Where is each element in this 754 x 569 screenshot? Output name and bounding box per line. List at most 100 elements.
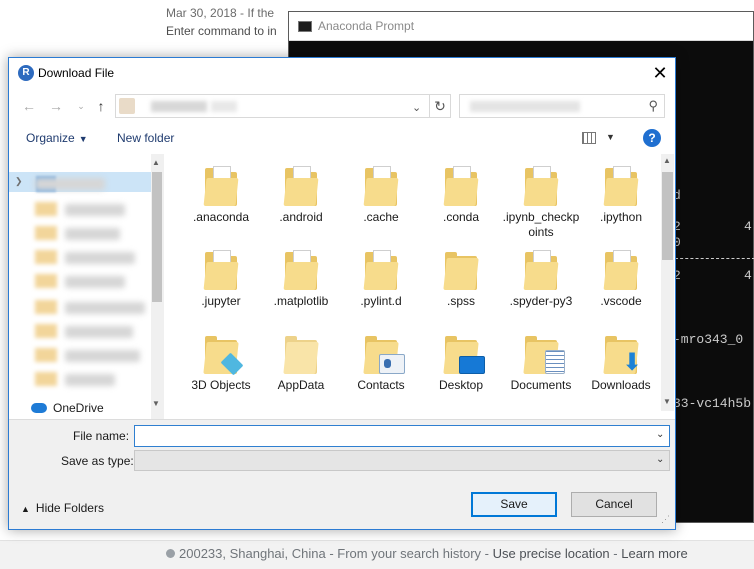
folder-name: 3D Objects bbox=[191, 378, 251, 392]
arrow-right-icon: → bbox=[49, 98, 63, 114]
navpane-scroll-thumb[interactable] bbox=[152, 172, 162, 302]
dialog-titlebar[interactable]: R Download File ✕ bbox=[9, 58, 675, 89]
download-arrow-icon bbox=[619, 348, 645, 377]
scroll-down-icon[interactable]: ▼ bbox=[663, 397, 671, 406]
chevron-down-icon[interactable]: ⌄ bbox=[656, 429, 664, 440]
expand-arrow-icon[interactable]: ❯ bbox=[15, 176, 23, 187]
new-folder-button[interactable]: New folder bbox=[117, 131, 174, 145]
use-precise-location-link[interactable]: Use precise location bbox=[493, 546, 610, 561]
folder-icon bbox=[603, 250, 639, 290]
chevron-down-icon[interactable]: ⌄ bbox=[656, 454, 664, 465]
folder-icon bbox=[35, 348, 57, 362]
pinned-folder-redacted[interactable] bbox=[65, 302, 145, 314]
refresh-button[interactable]: ↻ bbox=[429, 94, 451, 118]
r-app-icon: R bbox=[18, 65, 34, 81]
folder-item[interactable] bbox=[421, 406, 501, 411]
folder-item[interactable]: .vscode bbox=[581, 238, 661, 309]
address-bar[interactable]: ⌄ bbox=[115, 94, 451, 118]
folder-icon bbox=[35, 324, 57, 338]
organize-button[interactable]: Organize ▼ bbox=[26, 131, 88, 145]
learn-more-link[interactable]: Learn more bbox=[621, 546, 687, 561]
folder-item[interactable]: Desktop bbox=[421, 322, 501, 393]
terminal-text: -mro343_0 bbox=[673, 332, 744, 347]
scroll-up-icon[interactable]: ▲ bbox=[152, 158, 160, 167]
pinned-folder-redacted[interactable] bbox=[65, 350, 140, 362]
quick-access-label-redacted bbox=[35, 178, 105, 190]
folder-item[interactable]: 3D Objects bbox=[181, 322, 261, 393]
folder-item[interactable]: .jupyter bbox=[181, 238, 261, 309]
help-button[interactable]: ? bbox=[643, 129, 661, 147]
folder-item[interactable]: .matplotlib bbox=[261, 238, 341, 309]
navigation-pane[interactable]: ❯ OneDrive ▲ ▼ bbox=[9, 154, 164, 419]
folder-item[interactable] bbox=[181, 406, 261, 411]
folder-name: AppData bbox=[277, 378, 325, 392]
folder-item[interactable] bbox=[261, 406, 341, 411]
scroll-down-icon[interactable]: ▼ bbox=[152, 399, 160, 408]
location-source: - From your search history - bbox=[325, 546, 493, 561]
folder-item[interactable]: Documents bbox=[501, 322, 581, 393]
recent-locations-button[interactable]: ⌄ bbox=[71, 96, 91, 116]
chevron-down-icon[interactable]: ⌄ bbox=[412, 101, 421, 114]
hide-folders-button[interactable]: ▲ Hide Folders bbox=[21, 501, 104, 515]
terminal-text: 4 bbox=[744, 219, 752, 234]
save-as-type-select[interactable] bbox=[134, 450, 670, 471]
folder-item[interactable]: .conda bbox=[421, 154, 501, 225]
folder-icon bbox=[35, 300, 57, 314]
folder-item[interactable]: .cache bbox=[341, 154, 421, 225]
user-folder-icon bbox=[119, 98, 135, 114]
file-name-input[interactable] bbox=[134, 425, 670, 447]
folder-item[interactable]: .spyder-py3 bbox=[501, 238, 581, 309]
up-button[interactable]: ↑ bbox=[91, 96, 111, 116]
folder-icon bbox=[35, 250, 57, 264]
folder-item[interactable]: .android bbox=[261, 154, 341, 225]
pinned-folder-redacted[interactable] bbox=[65, 228, 120, 240]
caret-down-icon: ▼ bbox=[78, 134, 88, 144]
onedrive-label: OneDrive bbox=[53, 401, 104, 415]
file-list-scroll-thumb[interactable] bbox=[662, 172, 673, 260]
folder-item[interactable]: Downloads bbox=[581, 322, 661, 393]
folder-item[interactable]: .pylint.d bbox=[341, 238, 421, 309]
document-icon bbox=[545, 350, 565, 374]
folder-icon bbox=[443, 250, 479, 290]
folder-item[interactable]: .spss bbox=[421, 238, 501, 309]
caret-down-icon[interactable]: ▼ bbox=[606, 132, 615, 142]
back-button[interactable]: ← bbox=[19, 96, 39, 116]
close-icon: ✕ bbox=[652, 63, 668, 83]
pinned-folder-redacted[interactable] bbox=[65, 204, 125, 216]
hide-folders-label: Hide Folders bbox=[35, 501, 104, 515]
folder-item[interactable] bbox=[341, 406, 421, 411]
anaconda-titlebar[interactable]: Anaconda Prompt bbox=[289, 12, 753, 41]
folder-item[interactable]: Contacts bbox=[341, 322, 421, 393]
scroll-up-icon[interactable]: ▲ bbox=[663, 156, 671, 165]
onedrive-item[interactable]: OneDrive bbox=[31, 401, 104, 415]
folder-item[interactable] bbox=[501, 406, 581, 411]
arrow-left-icon: ← bbox=[22, 98, 36, 114]
folder-item[interactable]: .anaconda bbox=[181, 154, 261, 225]
pinned-folder-redacted[interactable] bbox=[65, 326, 133, 338]
search-input[interactable]: ⚲ bbox=[459, 94, 665, 118]
command-toolbar: Organize ▼ New folder ▼ ? bbox=[9, 124, 675, 154]
resize-grip-icon[interactable]: ⋰ bbox=[661, 514, 670, 525]
forward-button[interactable]: → bbox=[46, 96, 66, 116]
location-footer: 200233, Shanghai, China - From your sear… bbox=[0, 540, 754, 569]
file-list[interactable]: .anaconda .android .cache .conda .ipynb_… bbox=[181, 154, 661, 411]
folder-item[interactable] bbox=[581, 406, 661, 411]
folder-icon bbox=[35, 372, 57, 386]
folder-item[interactable]: .ipython bbox=[581, 154, 661, 225]
download-file-dialog[interactable]: R Download File ✕ ← → ⌄ ↑ ⌄ ↻ ⚲ Organize… bbox=[8, 57, 676, 530]
address-path-redacted bbox=[211, 101, 237, 112]
magnifier-icon: ⚲ bbox=[648, 98, 658, 113]
folder-item[interactable]: .ipynb_checkpoints bbox=[501, 154, 581, 240]
cancel-button[interactable]: Cancel bbox=[571, 492, 657, 517]
pinned-folder-redacted[interactable] bbox=[65, 374, 115, 386]
address-path-redacted bbox=[151, 101, 207, 112]
view-options-icon[interactable] bbox=[582, 132, 596, 144]
close-button[interactable]: ✕ bbox=[645, 58, 675, 88]
pinned-folder-redacted[interactable] bbox=[65, 276, 125, 288]
folder-item[interactable]: AppData bbox=[261, 322, 341, 393]
pinned-folder-redacted[interactable] bbox=[65, 252, 135, 264]
folder-name: .matplotlib bbox=[273, 294, 329, 308]
cloud-icon bbox=[31, 403, 47, 413]
folder-name: .spss bbox=[446, 294, 475, 308]
save-button[interactable]: Save bbox=[471, 492, 557, 517]
